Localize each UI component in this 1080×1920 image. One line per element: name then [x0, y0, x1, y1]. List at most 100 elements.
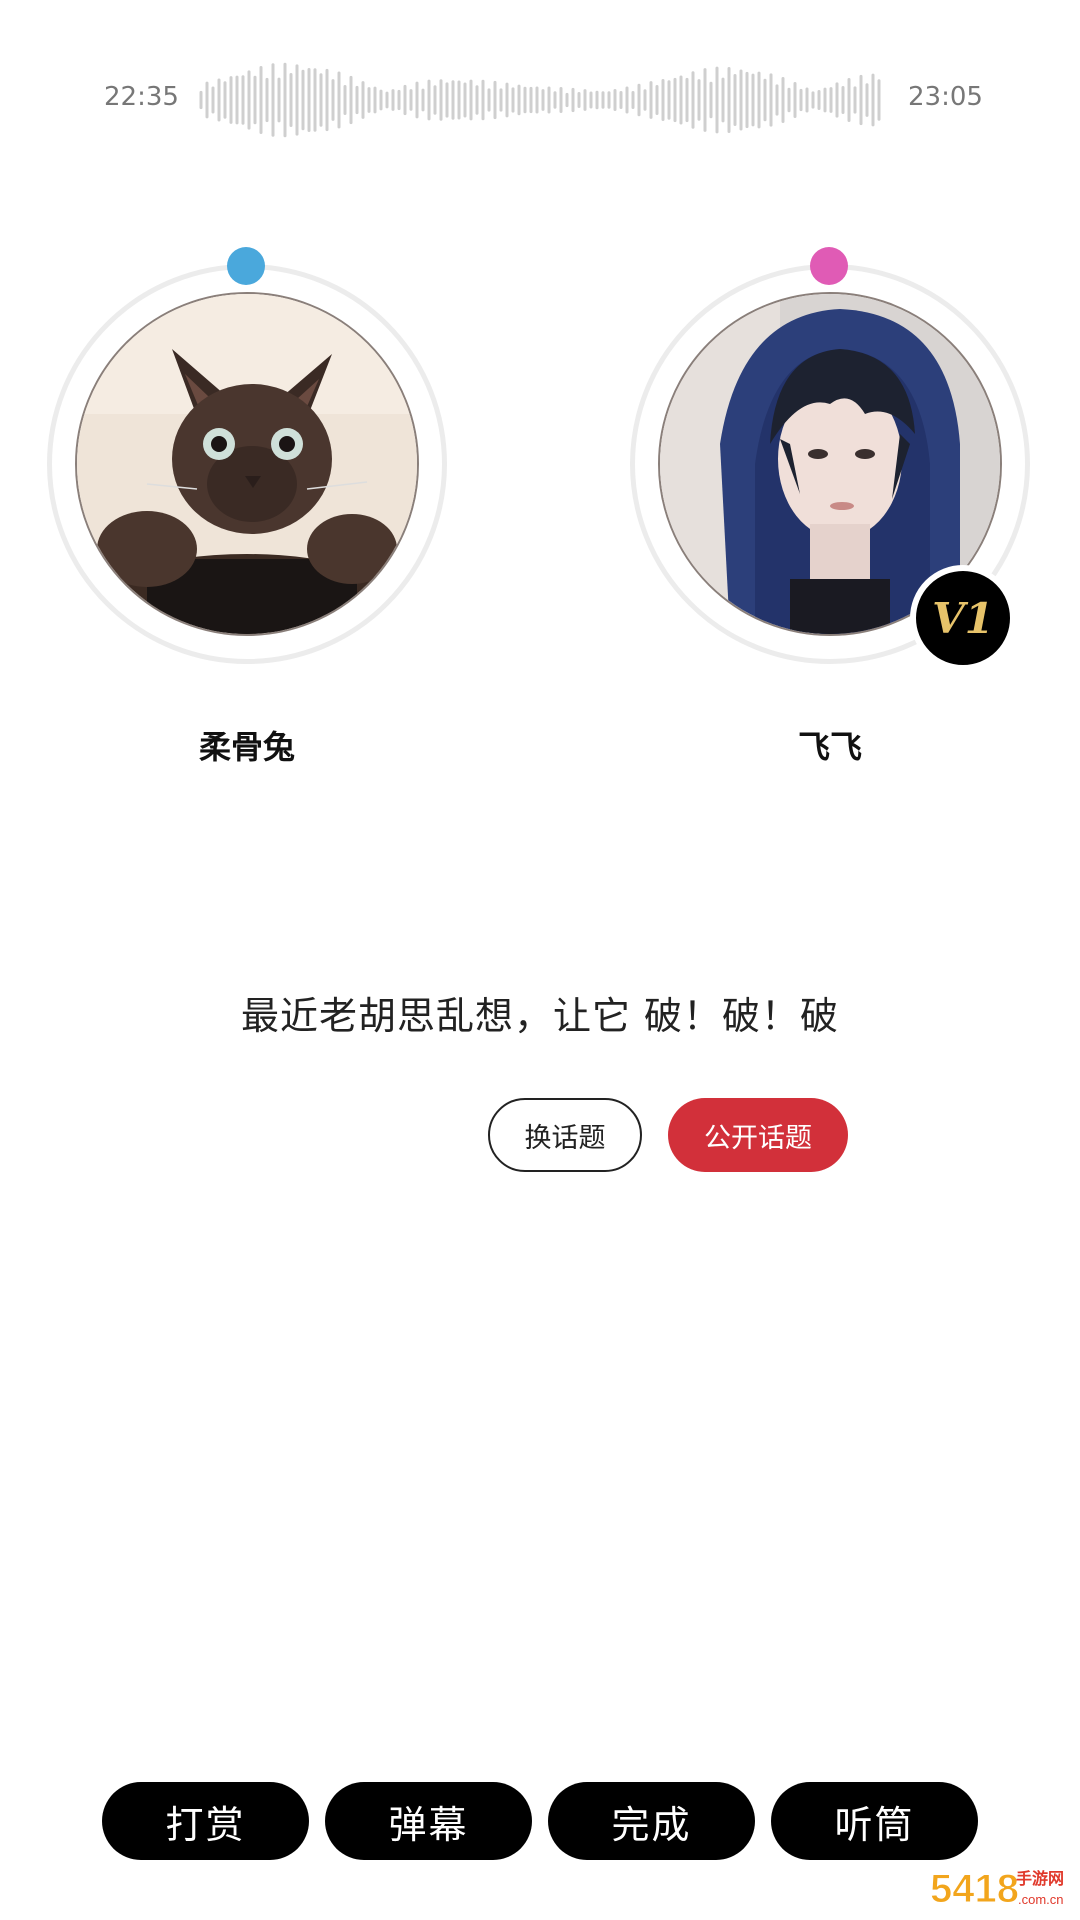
waveform-bar — [763, 78, 767, 122]
waveform-bar — [487, 88, 491, 112]
waveform-bar — [631, 90, 635, 110]
waveform-bar — [241, 75, 245, 125]
waveform-bar — [595, 90, 599, 110]
earpiece-button[interactable]: 听筒 — [771, 1782, 978, 1860]
vip-badge-label: V1 — [932, 593, 994, 643]
waveform-bar — [619, 90, 623, 110]
waveform-bar — [445, 82, 449, 118]
waveform-bar — [751, 73, 755, 127]
waveform-bar — [673, 77, 677, 123]
waveform-bar — [433, 85, 437, 115]
speaker-indicator-dot — [810, 247, 848, 285]
waveform-bar — [481, 79, 485, 121]
waveform-bar — [301, 69, 305, 131]
waveform-bar — [649, 81, 653, 119]
svg-text:手游网: 手游网 — [1016, 1869, 1064, 1888]
waveform-bar — [709, 81, 713, 119]
waveform-bar — [583, 89, 587, 111]
start-time: 22:35 — [104, 82, 179, 112]
waveform-bar — [289, 73, 293, 127]
waveform-bar — [205, 81, 209, 119]
waveform-bar — [427, 79, 431, 121]
waveform-bar — [373, 86, 377, 114]
topic-text: 最近老胡思乱想，让它 破！破！破 — [240, 994, 840, 1038]
waveform-bar — [601, 91, 605, 109]
participant-right: V1 飞飞 — [620, 247, 1040, 787]
waveform-bar — [457, 80, 461, 120]
participant-left: 柔骨兔 — [37, 247, 457, 787]
waveform-bar — [805, 87, 809, 113]
waveform-bar — [703, 68, 707, 132]
waveform-bar — [211, 86, 215, 114]
waveform-bar — [823, 87, 827, 113]
waveform-bar — [685, 77, 689, 123]
svg-text:5418: 5418 — [930, 1867, 1019, 1911]
site-watermark-logo: 5418 手游网 .com.cn — [930, 1867, 1065, 1912]
waveform-bar — [577, 92, 581, 108]
waveform-bar — [217, 78, 221, 122]
participant-name: 飞飞 — [797, 728, 862, 766]
waveform-bar — [667, 80, 671, 120]
danmaku-button[interactable]: 弹幕 — [325, 1782, 532, 1860]
waveform-bar — [277, 77, 281, 123]
waveform-bar — [769, 73, 773, 127]
bottom-action-bar: 打赏 弹幕 完成 听筒 — [102, 1782, 978, 1860]
waveform-bar — [409, 89, 413, 111]
end-time: 23:05 — [908, 82, 983, 112]
waveform-bar — [541, 89, 545, 111]
waveform-bar — [349, 75, 353, 125]
waveform-bar — [559, 87, 563, 114]
waveform-bar — [475, 85, 479, 115]
waveform-bar — [613, 89, 617, 111]
waveform-bar — [307, 68, 311, 132]
waveform-bar — [781, 77, 785, 123]
waveform-bar — [259, 66, 263, 135]
waveform-bar — [757, 71, 761, 129]
tip-button[interactable]: 打赏 — [102, 1782, 309, 1860]
svg-text:.com.cn: .com.cn — [1018, 1892, 1064, 1907]
waveform-bar — [331, 79, 335, 121]
avatar-cat[interactable] — [75, 292, 419, 636]
waveform-bar — [247, 70, 251, 130]
waveform-bar — [835, 82, 839, 118]
waveform-bar — [421, 88, 425, 112]
waveform-bar — [337, 71, 341, 129]
waveform-bar — [235, 75, 239, 125]
waveform-bar — [721, 77, 725, 123]
waveform-bar — [505, 82, 509, 118]
waveform-bar — [799, 88, 803, 112]
waveform-bar — [385, 91, 389, 109]
vip-badge-icon: V1 — [910, 565, 1016, 671]
waveform-bar — [229, 76, 233, 124]
finish-button[interactable]: 完成 — [548, 1782, 755, 1860]
waveform-bar — [271, 63, 275, 137]
waveform-bar — [451, 80, 455, 120]
waveform-bar — [361, 81, 365, 119]
waveform-bar — [859, 74, 863, 126]
waveform-bar — [643, 89, 647, 111]
waveform-bar — [355, 85, 359, 115]
waveform-bar — [493, 80, 497, 120]
waveform-bar — [313, 68, 317, 132]
waveform-bar — [865, 83, 869, 117]
waveform-bar — [691, 71, 695, 129]
waveform-bar — [397, 89, 401, 111]
public-topic-button[interactable]: 公开话题 — [668, 1098, 848, 1172]
waveform-bar — [637, 83, 641, 117]
waveform-bar — [625, 86, 629, 114]
waveform-bar — [535, 86, 539, 114]
waveform-bar — [499, 88, 503, 112]
waveform-bar — [379, 89, 383, 111]
waveform-bar — [253, 75, 257, 125]
waveform-bar — [817, 89, 821, 111]
change-topic-button[interactable]: 换话题 — [488, 1098, 642, 1172]
waveform-bar — [529, 86, 533, 114]
waveform-bar — [463, 82, 467, 118]
waveform-bar — [715, 66, 719, 134]
waveform-bar — [553, 91, 557, 109]
waveform-bar — [661, 79, 665, 121]
waveform-bar — [343, 84, 347, 116]
waveform-bar — [847, 77, 851, 123]
waveform-bar — [517, 84, 521, 116]
waveform-bar — [367, 87, 371, 113]
